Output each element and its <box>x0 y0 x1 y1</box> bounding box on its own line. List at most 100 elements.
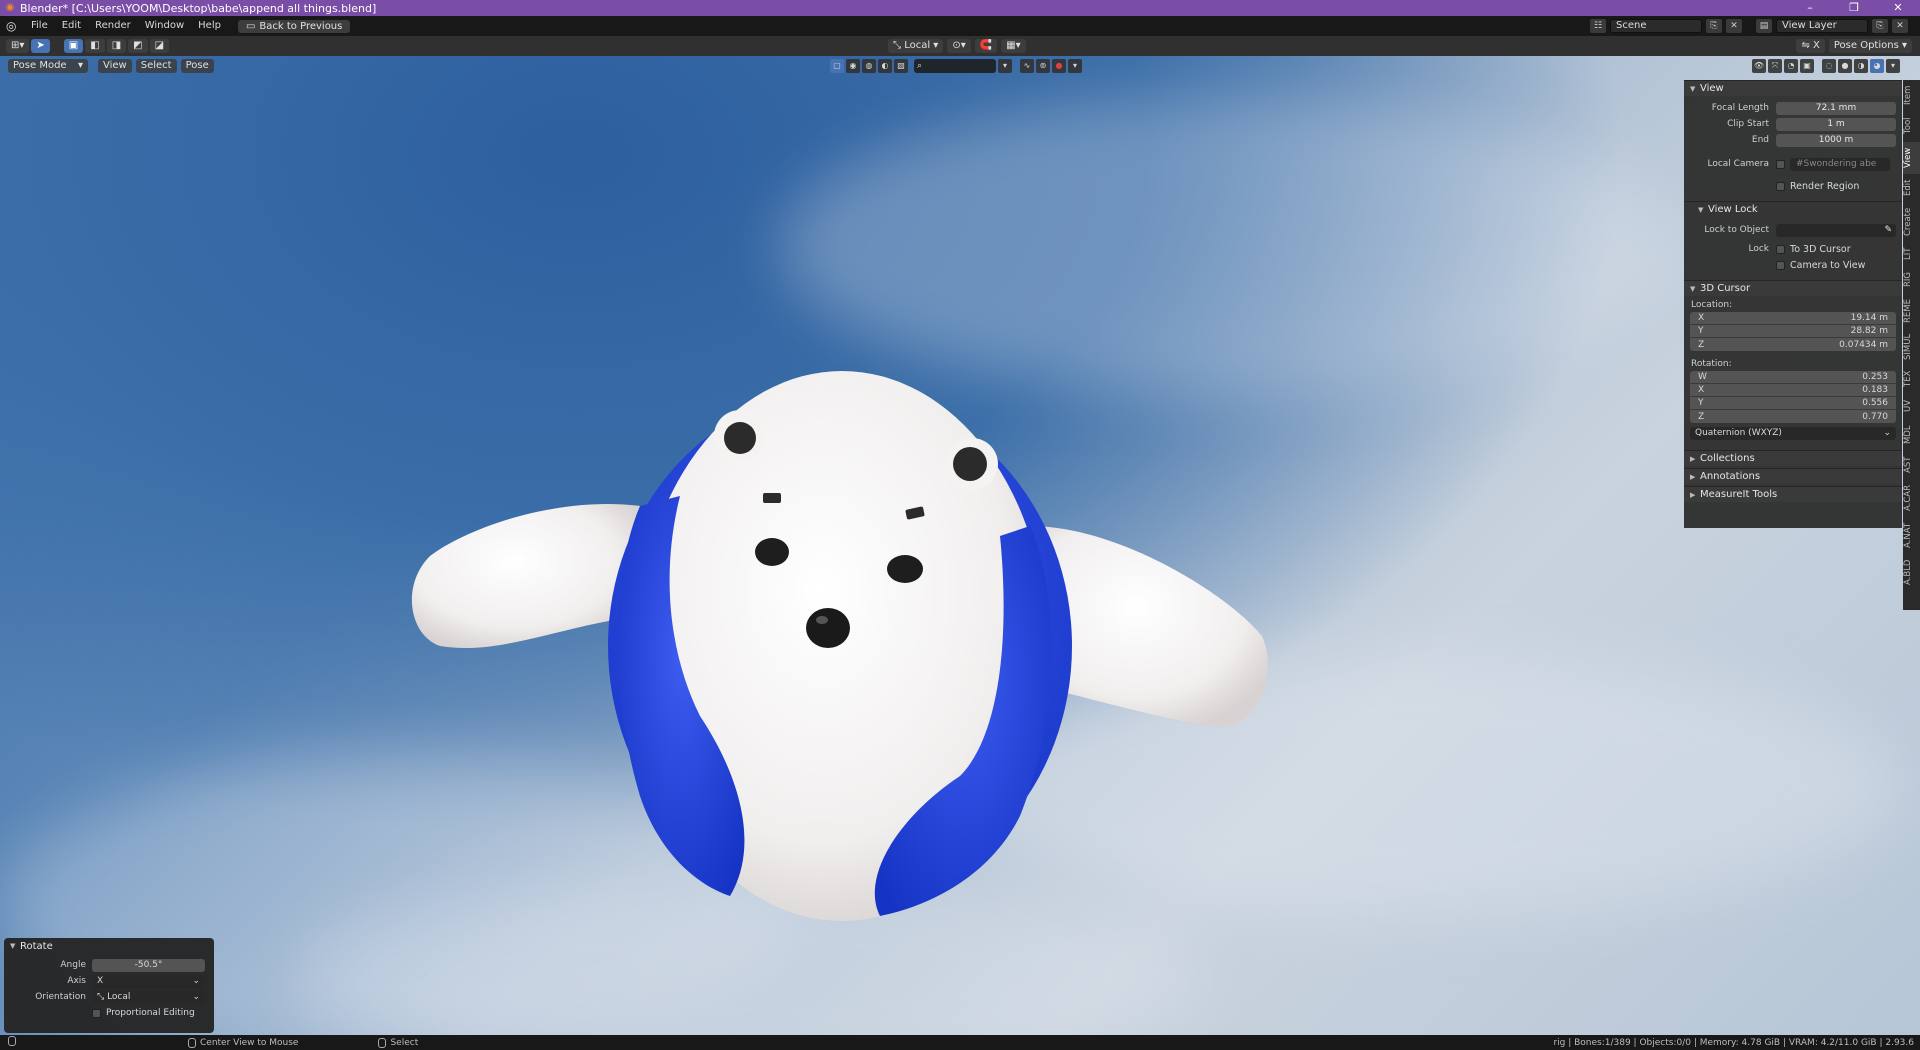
menu-pose[interactable]: Pose <box>180 59 214 73</box>
tab-item[interactable]: Item <box>1903 80 1920 110</box>
render-icon[interactable]: ◐ <box>878 59 892 73</box>
menu-help[interactable]: Help <box>191 16 228 36</box>
scene-field[interactable]: Scene <box>1610 19 1702 33</box>
transform-orientation-dropdown[interactable]: ⤡ Local ▾ <box>888 39 944 53</box>
local-camera-field[interactable]: #Swondering abe <box>1790 157 1890 171</box>
maximize-button[interactable]: ❐ <box>1832 0 1876 16</box>
record-icon[interactable]: ● <box>1052 59 1066 73</box>
tab-lit[interactable]: LIT <box>1903 242 1920 266</box>
filter-icon[interactable]: ▢ <box>830 59 844 73</box>
measureit-section-header[interactable]: ▶ MeasureIt Tools <box>1684 486 1902 502</box>
orientation-dropdown[interactable]: ⤡ Local ⌄ <box>92 990 205 1004</box>
options-icon[interactable]: ▾ <box>1068 59 1082 73</box>
rendered-shading-icon[interactable]: ◕ <box>1870 59 1884 73</box>
tab-tool[interactable]: Tool <box>1903 110 1920 142</box>
3d-viewport[interactable]: Pose Mode ▾ View Select Pose ▢ ◉ ◍ ◐ ▧ ⌕ … <box>0 56 1920 1035</box>
material-shading-icon[interactable]: ◑ <box>1854 59 1868 73</box>
select-mode-intersect-icon[interactable]: ◪ <box>149 39 170 53</box>
local-camera-checkbox[interactable] <box>1776 159 1785 169</box>
xray-icon[interactable]: ▣ <box>1800 59 1814 73</box>
tab-uv[interactable]: UV <box>1903 392 1920 420</box>
operator-header[interactable]: ▼ Rotate <box>4 938 214 954</box>
editor-type-icon[interactable]: ⊞▾ <box>6 39 30 53</box>
render-region-checkbox[interactable] <box>1776 181 1785 191</box>
shading-options-icon[interactable]: ▾ <box>1886 59 1900 73</box>
pivot-point-icon[interactable]: ⊙▾ <box>947 39 971 53</box>
rotation-mode-dropdown[interactable]: Quaternion (WXYZ) ⌄ <box>1690 427 1896 440</box>
visibility-icon[interactable]: 👁 <box>1752 59 1766 73</box>
lock-to-object-field[interactable]: ✎ <box>1776 223 1896 237</box>
solid-shading-icon[interactable]: ● <box>1838 59 1852 73</box>
view-layer-field[interactable]: View Layer <box>1776 19 1868 33</box>
view-section-header[interactable]: ▼ View <box>1684 80 1902 96</box>
solid-icon[interactable]: ◉ <box>846 59 860 73</box>
menu-render[interactable]: Render <box>88 16 138 36</box>
curve-icon[interactable]: ∿ <box>1020 59 1034 73</box>
proportional-editing-checkbox[interactable] <box>92 1008 101 1018</box>
annotations-section-header[interactable]: ▶ Annotations <box>1684 468 1902 484</box>
cursor-location-x[interactable]: X 19.14 m <box>1690 312 1896 325</box>
select-mode-extend-icon[interactable]: ◧ <box>85 39 105 53</box>
view-layer-icon[interactable]: ▤ <box>1756 19 1772 33</box>
close-button[interactable]: ✕ <box>1876 0 1920 16</box>
dropdown-icon[interactable]: ▾ <box>998 59 1012 73</box>
back-to-previous-button[interactable]: ▭ Back to Previous <box>237 19 351 33</box>
proportional-icon[interactable]: ⊚ <box>1036 59 1050 73</box>
bear-character[interactable] <box>0 56 1920 1035</box>
select-mode-subtract-icon[interactable]: ◨ <box>106 39 127 53</box>
cursor-rotation-x[interactable]: X 0.183 <box>1690 384 1896 397</box>
tab-tex[interactable]: TEX <box>1903 366 1920 392</box>
new-scene-icon[interactable]: ⎘ <box>1706 19 1722 33</box>
camera-to-view-checkbox[interactable] <box>1776 260 1785 270</box>
delete-scene-icon[interactable]: ✕ <box>1726 19 1742 33</box>
clip-end-field[interactable]: 1000 m <box>1776 133 1896 147</box>
angle-field[interactable]: -50.5° <box>92 958 205 972</box>
minimize-button[interactable]: – <box>1788 0 1832 16</box>
to-3d-cursor-checkbox[interactable] <box>1776 244 1785 254</box>
mirror-x-icon[interactable]: ⇋ X <box>1796 39 1825 53</box>
gizmo-icon[interactable]: ⤧ <box>1768 59 1782 73</box>
scene-icon[interactable]: ☷ <box>1590 19 1606 33</box>
viewport-search-input[interactable]: ⌕ <box>914 59 996 73</box>
tab-create[interactable]: Create <box>1903 202 1920 242</box>
tab-mdl[interactable]: MDL <box>1903 420 1920 450</box>
menu-window[interactable]: Window <box>138 16 191 36</box>
material-icon[interactable]: ◍ <box>862 59 876 73</box>
cursor-rotation-y[interactable]: Y 0.556 <box>1690 397 1896 410</box>
cursor-rotation-w[interactable]: W 0.253 <box>1690 371 1896 384</box>
menu-edit[interactable]: Edit <box>55 16 88 36</box>
wireframe-shading-icon[interactable]: ◌ <box>1822 59 1836 73</box>
tab-reme[interactable]: REME <box>1903 294 1920 328</box>
cursor-location-z[interactable]: Z 0.07434 m <box>1690 338 1896 351</box>
eyedropper-icon[interactable]: ✎ <box>1884 225 1892 235</box>
new-view-layer-icon[interactable]: ⎘ <box>1872 19 1888 33</box>
select-mode-invert-icon[interactable]: ◩ <box>128 39 148 53</box>
tab-edit[interactable]: Edit <box>1903 174 1920 202</box>
tab-view[interactable]: View <box>1903 142 1920 174</box>
select-tool-icon[interactable]: ➤ <box>31 39 50 53</box>
tab-simul[interactable]: SIMUL <box>1903 328 1920 366</box>
view-lock-header[interactable]: ▼ View Lock <box>1684 201 1902 217</box>
image-icon[interactable]: ▧ <box>894 59 908 73</box>
menu-file[interactable]: File <box>24 16 55 36</box>
tab-a-nat[interactable]: A.NAT <box>1903 516 1920 554</box>
3d-cursor-section-header[interactable]: ▼ 3D Cursor <box>1684 280 1902 296</box>
overlay-icon[interactable]: ◔ <box>1784 59 1798 73</box>
mode-dropdown[interactable]: Pose Mode ▾ <box>8 59 88 73</box>
cursor-location-y[interactable]: Y 28.82 m <box>1690 325 1896 338</box>
collections-section-header[interactable]: ▶ Collections <box>1684 450 1902 466</box>
axis-dropdown[interactable]: X ⌄ <box>92 974 205 988</box>
cursor-rotation-z[interactable]: Z 0.770 <box>1690 410 1896 423</box>
menu-view[interactable]: View <box>98 59 132 73</box>
tab-ast[interactable]: AST <box>1903 450 1920 480</box>
tab-rig[interactable]: RIG <box>1903 266 1920 294</box>
menu-select[interactable]: Select <box>135 59 177 73</box>
focal-length-field[interactable]: 72.1 mm <box>1776 101 1896 115</box>
select-mode-new-icon[interactable]: ▣ <box>63 39 84 53</box>
blender-menu-icon[interactable]: ◎ <box>6 19 24 33</box>
snap-target-icon[interactable]: ▦▾ <box>1001 39 1026 53</box>
delete-view-layer-icon[interactable]: ✕ <box>1892 19 1908 33</box>
pose-options-dropdown[interactable]: Pose Options ▾ <box>1828 39 1912 53</box>
clip-start-field[interactable]: 1 m <box>1776 117 1896 131</box>
snap-icon[interactable]: 🧲 <box>974 39 998 53</box>
